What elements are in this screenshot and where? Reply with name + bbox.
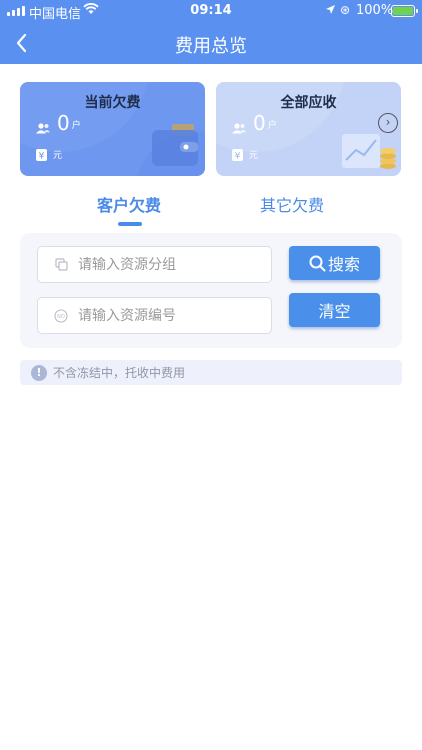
yuan-icon: ¥ [232, 149, 243, 161]
rotation-lock-icon: ⊛ [340, 3, 351, 17]
search-icon [309, 255, 326, 271]
search-button-label: 搜索 [327, 255, 360, 274]
users-icon [232, 123, 246, 134]
card-title: 全部应收 [280, 95, 337, 111]
current-arrears-card[interactable]: 当前欠费 0 户 ¥ 元 [20, 82, 205, 176]
household-count: 0 [57, 111, 70, 135]
resource-group-field[interactable] [37, 246, 272, 283]
location-arrow-icon [326, 5, 335, 14]
battery-percent: 100% [356, 3, 394, 18]
resource-group-input[interactable] [78, 256, 268, 273]
number-tag-icon: NO [54, 308, 68, 323]
battery-icon [391, 5, 418, 17]
header-bar: 中国电信 09:14 ⊛ 100% 费用总览 [0, 0, 422, 64]
resource-code-input[interactable] [78, 307, 268, 324]
copy-icon [54, 258, 68, 272]
total-receivable-card[interactable]: 全部应收 0 户 ¥ 元 › [216, 82, 401, 176]
household-count: 0 [253, 111, 266, 135]
tab-other-arrears[interactable]: 其它欠费 [260, 192, 324, 216]
clear-button[interactable]: 清空 [289, 293, 380, 327]
notice-bar: ! 不含冻结中，托收中费用 [20, 360, 402, 385]
tab-bar: 客户欠费 其它欠费 [0, 192, 422, 232]
card-title: 当前欠费 [84, 95, 141, 111]
chevron-right-circle-icon[interactable]: › [378, 113, 398, 133]
svg-text:NO: NO [57, 314, 65, 320]
clear-button-label: 清空 [318, 302, 351, 321]
page-title: 费用总览 [175, 36, 247, 57]
info-icon: ! [31, 364, 47, 381]
users-icon [36, 123, 50, 134]
tab-customer-arrears[interactable]: 客户欠费 [97, 192, 161, 216]
status-bar: 中国电信 09:14 ⊛ 100% [0, 0, 422, 22]
svg-text:¥: ¥ [235, 152, 241, 162]
wallet-icon [152, 124, 198, 166]
active-tab-indicator [118, 222, 142, 226]
chart-coins-icon [342, 134, 396, 169]
household-unit: 户 [267, 121, 277, 131]
resource-code-field[interactable]: NO [37, 297, 272, 334]
amount-unit: 元 [249, 151, 259, 161]
yuan-icon: ¥ [36, 149, 47, 161]
amount-unit: 元 [53, 151, 63, 161]
search-panel: NO 搜索 清空 [20, 233, 402, 348]
notice-text: 不含冻结中，托收中费用 [53, 366, 186, 380]
household-unit: 户 [71, 121, 81, 131]
svg-text:¥: ¥ [39, 152, 45, 162]
search-button[interactable]: 搜索 [289, 246, 380, 280]
